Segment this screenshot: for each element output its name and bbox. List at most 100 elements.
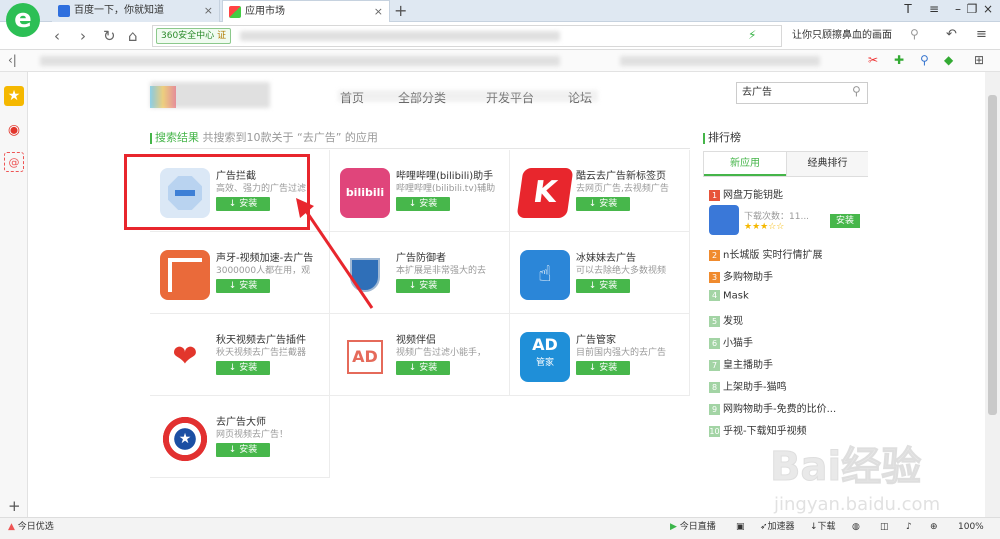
hand-click-icon[interactable]: ☝ xyxy=(520,250,570,300)
rank-label: 发现 xyxy=(723,316,743,327)
app-card[interactable]: ❤ 秋天视频去广告插件 秋天视频去广告拦截器 ↓ 安装 xyxy=(150,314,330,396)
tab-classic[interactable]: 经典排行 xyxy=(786,152,868,176)
scrollbar-thumb[interactable] xyxy=(988,95,997,415)
search-icon[interactable]: ⚲ xyxy=(852,84,861,98)
close-tab-icon[interactable]: × xyxy=(374,1,383,23)
app-card[interactable]: ★ 去广告大师 网页视频去广告！ ↓ 安装 xyxy=(150,396,330,478)
rank-item-2[interactable]: 2 n长城版 实时行情扩展 xyxy=(709,246,867,261)
app-name[interactable]: 秋天视频去广告插件 xyxy=(216,331,328,346)
rank-item-5[interactable]: 5 发现 xyxy=(709,312,867,327)
star-icon[interactable]: ★ xyxy=(4,86,24,106)
app-desc: 可以去除绝大多数视频 xyxy=(576,266,667,276)
game-icon[interactable]: ◆ xyxy=(944,53,953,67)
app-name[interactable]: 哔哩哔哩(bilibili)助手 xyxy=(396,167,508,182)
site-logo-icon xyxy=(150,86,176,108)
lightning-icon[interactable]: ⚡ xyxy=(748,28,756,42)
mail-icon[interactable]: @ xyxy=(4,152,24,172)
skin-icon[interactable]: T xyxy=(896,2,920,20)
install-button[interactable]: ↓ 安装 xyxy=(576,197,630,211)
security-badge[interactable]: 360安全中心 证 xyxy=(156,28,232,44)
rank-item-1[interactable]: 1 网盘万能钥匙 xyxy=(709,186,867,201)
rank-label: n长城版 实时行情扩展 xyxy=(723,250,823,261)
install-button[interactable]: ↓ 安装 xyxy=(576,361,630,375)
rank-item-6[interactable]: 6 小猫手 xyxy=(709,334,867,349)
tab-new-apps[interactable]: 新应用 xyxy=(704,152,786,176)
app-name[interactable]: 广告管家 xyxy=(576,331,688,346)
app-name[interactable]: 去广告大师 xyxy=(216,413,328,428)
ranking-tabs: 新应用 经典排行 xyxy=(703,151,868,177)
app-name[interactable]: 广告防御者 xyxy=(396,249,508,264)
download-label: 下载 xyxy=(817,522,836,532)
app-desc: 目前国内强大的去广告 xyxy=(576,348,667,358)
live-button[interactable]: ▶ 今日直播 xyxy=(670,517,716,537)
k-letter-icon[interactable]: K xyxy=(516,168,574,218)
install-button[interactable]: ↓ 安装 xyxy=(216,279,270,293)
install-button[interactable]: ↓ 安装 xyxy=(396,197,450,211)
new-tab-button[interactable]: + xyxy=(394,1,407,20)
top-install-button[interactable]: 安装 xyxy=(830,214,860,228)
app-name[interactable]: 视频伴侣 xyxy=(396,331,508,346)
rank-item-4[interactable]: 4 Mask xyxy=(709,290,867,302)
translate-icon[interactable]: ✚ xyxy=(894,53,904,67)
top-downloads: 下载次数：11... xyxy=(744,212,810,222)
rank-label: 上架助手-猫鸣 xyxy=(723,382,787,393)
app-card[interactable]: AD 视频伴侣 视频广告过滤小能手， ↓ 安装 xyxy=(330,314,510,396)
app-card[interactable]: AD 管家 广告管家目前国内强大的去广告 ↓ 安装 xyxy=(510,314,690,396)
search-input[interactable]: 让你只顾擦鼻血的画面 xyxy=(784,25,924,47)
close-tab-icon[interactable]: × xyxy=(204,0,213,22)
rank-label: Mask xyxy=(723,290,749,302)
ad-manager-icon[interactable]: AD 管家 xyxy=(520,332,570,382)
screenshot-icon[interactable]: ◫ xyxy=(880,517,889,537)
captain-shield-icon[interactable]: ★ xyxy=(160,414,210,464)
app-name[interactable]: 酷云去广告新标签页 xyxy=(576,167,688,182)
audio-icon[interactable]: ♪ xyxy=(906,517,912,537)
maze-icon[interactable] xyxy=(160,250,210,300)
rank-item-7[interactable]: 7 皇主播助手 xyxy=(709,356,867,371)
tv-icon[interactable]: ▣ xyxy=(736,517,745,537)
tab-baidu[interactable]: 百度一下，你就知道 × xyxy=(52,0,220,22)
tab-app-store[interactable]: 应用市场 × xyxy=(222,0,390,22)
browser-logo-icon[interactable]: e xyxy=(6,3,40,37)
forward-button[interactable]: › xyxy=(80,27,86,45)
store-search-input[interactable]: 去广告 xyxy=(736,82,868,104)
refresh-button[interactable]: ↻ xyxy=(103,27,116,45)
undo-icon[interactable]: ↶ xyxy=(946,27,957,42)
app-card[interactable]: K 酷云去广告新标签页 去网页广告,去视频广告 ↓ 安装 xyxy=(510,150,690,232)
collapse-icon[interactable]: ‹| xyxy=(8,53,17,67)
ranking-title: 排行榜 xyxy=(708,131,741,144)
rank-item-9[interactable]: 9 网购物助手-免费的比价... xyxy=(709,400,867,415)
download-button[interactable]: ↓下载 xyxy=(810,517,836,537)
menu-icon[interactable]: ≡ xyxy=(922,2,946,20)
app-desc: 哔哩哔哩(bilibili.tv)辅助 xyxy=(396,184,496,194)
blurred-nav xyxy=(338,90,598,102)
weibo-icon[interactable]: ◉ xyxy=(4,120,24,140)
app-name[interactable]: 冰妹妹去广告 xyxy=(576,249,688,264)
zoom-icon[interactable]: ⊕ xyxy=(930,517,938,537)
close-window-button[interactable]: × xyxy=(976,2,1000,20)
live-label: 今日直播 xyxy=(679,522,716,532)
install-button[interactable]: ↓ 安装 xyxy=(396,361,450,375)
winged-heart-icon[interactable]: ❤ xyxy=(160,332,210,382)
ad-blocked-icon[interactable]: AD xyxy=(340,332,390,382)
search-icon[interactable]: ⚲ xyxy=(910,27,919,41)
clean-icon[interactable]: ◍ xyxy=(852,517,860,537)
home-button[interactable]: ⌂ xyxy=(128,27,138,45)
scissors-icon[interactable]: ✂ xyxy=(868,53,878,67)
install-button[interactable]: ↓ 安装 xyxy=(576,279,630,293)
install-button[interactable]: ↓ 安装 xyxy=(396,279,450,293)
accelerator-button[interactable]: ➶加速器 xyxy=(760,517,795,537)
zoom-level[interactable]: 100% xyxy=(958,517,984,537)
install-button[interactable]: ↓ 安装 xyxy=(216,443,270,457)
today-pick[interactable]: ▲ 今日优选 xyxy=(8,517,54,537)
security-label: 360安全中心 xyxy=(161,31,215,41)
extensions-grid-icon[interactable]: ⊞ xyxy=(974,53,984,67)
more-menu-icon[interactable]: ≡ xyxy=(976,27,987,42)
install-button[interactable]: ↓ 安装 xyxy=(216,361,270,375)
search-tool-icon[interactable]: ⚲ xyxy=(920,53,929,67)
rank-item-3[interactable]: 3 多购物助手 xyxy=(709,268,867,283)
app-card[interactable]: ☝ 冰妹妹去广告可以去除绝大多数视频 ↓ 安装 xyxy=(510,232,690,314)
back-button[interactable]: ‹ xyxy=(54,27,60,45)
rank-item-8[interactable]: 8 上架助手-猫鸣 xyxy=(709,378,867,393)
rank-number: 2 xyxy=(709,249,720,261)
add-sidebar-icon[interactable]: + xyxy=(8,497,21,515)
